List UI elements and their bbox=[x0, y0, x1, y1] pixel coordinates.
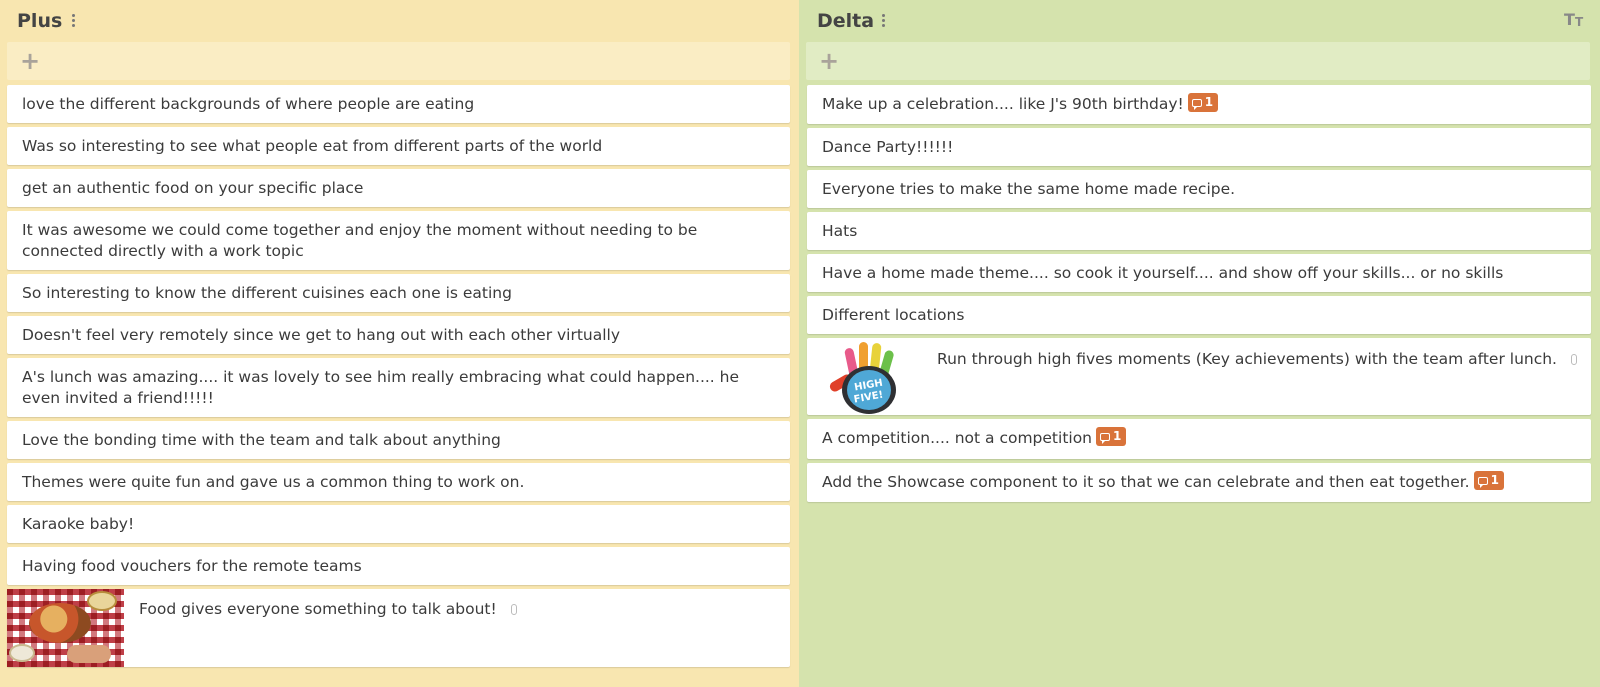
comment-count-badge[interactable]: 1 bbox=[1187, 93, 1219, 112]
card-text: Make up a celebration.... like J's 90th … bbox=[822, 95, 1184, 113]
image-card[interactable]: Food gives everyone something to talk ab… bbox=[7, 589, 790, 667]
plus-icon: + bbox=[819, 47, 840, 75]
comment-count-badge[interactable]: 1 bbox=[1096, 427, 1127, 446]
high-five-hand: HIGH FIVE! bbox=[807, 338, 924, 415]
comment-icon bbox=[1477, 477, 1488, 488]
column-menu-icon[interactable] bbox=[882, 14, 886, 28]
card[interactable]: love the different backgrounds of where … bbox=[7, 85, 790, 123]
card-text: get an authentic food on your specific p… bbox=[22, 179, 364, 197]
add-card-button[interactable]: + bbox=[7, 42, 790, 80]
card-text: Having food vouchers for the remote team… bbox=[22, 557, 362, 575]
paperclip-icon[interactable] bbox=[1571, 354, 1577, 365]
column-title: Plus bbox=[17, 10, 63, 32]
card[interactable]: Make up a celebration.... like J's 90th … bbox=[807, 85, 1591, 124]
delta-column-header: Delta bbox=[817, 8, 886, 34]
card[interactable]: get an authentic food on your specific p… bbox=[7, 169, 790, 207]
card-text: A competition.... not a competition bbox=[822, 429, 1093, 447]
comment-count: 1 bbox=[1204, 95, 1214, 109]
card[interactable]: Add the Showcase component to it so that… bbox=[807, 463, 1591, 502]
card-text: Love the bonding time with the team and … bbox=[22, 431, 501, 449]
comment-count: 1 bbox=[1113, 429, 1122, 443]
card[interactable]: Have a home made theme.... so cook it yo… bbox=[807, 254, 1591, 292]
card[interactable]: So interesting to know the different cui… bbox=[7, 274, 790, 312]
card-text: Hats bbox=[822, 222, 858, 240]
card-text: Doesn't feel very remotely since we get … bbox=[22, 326, 621, 344]
card-text: Dance Party!!!!!! bbox=[822, 138, 954, 156]
card-text: Themes were quite fun and gave us a comm… bbox=[22, 473, 525, 491]
plus-icon: + bbox=[20, 47, 41, 75]
card-text: So interesting to know the different cui… bbox=[22, 284, 512, 302]
card[interactable]: Love the bonding time with the team and … bbox=[7, 421, 790, 459]
paperclip-icon[interactable] bbox=[510, 604, 517, 615]
card-text: Have a home made theme.... so cook it yo… bbox=[822, 264, 1504, 282]
card-text: Karaoke baby! bbox=[22, 515, 135, 533]
card[interactable]: Themes were quite fun and gave us a comm… bbox=[7, 463, 790, 501]
comment-icon bbox=[1191, 99, 1202, 110]
column-menu-icon[interactable] bbox=[72, 14, 76, 28]
card[interactable]: Hats bbox=[807, 212, 1591, 250]
card[interactable]: A competition.... not a competition 1 bbox=[807, 419, 1591, 459]
card-text: Run through high fives moments (Key achi… bbox=[937, 350, 1557, 368]
card[interactable]: Was so interesting to see what people ea… bbox=[7, 127, 790, 165]
comment-count: 1 bbox=[1490, 473, 1499, 487]
card[interactable]: Having food vouchers for the remote team… bbox=[7, 547, 790, 585]
card-text: Food gives everyone something to talk ab… bbox=[139, 600, 497, 618]
retro-board: Plus + love the different backgrounds of… bbox=[0, 0, 1600, 687]
card[interactable]: Karaoke baby! bbox=[7, 505, 790, 543]
add-card-button[interactable]: + bbox=[806, 42, 1590, 80]
comment-count-badge[interactable]: 1 bbox=[1473, 471, 1504, 490]
plus-column: Plus + love the different backgrounds of… bbox=[0, 0, 799, 687]
card-text: It was awesome we could come together an… bbox=[22, 221, 698, 260]
card-text: A's lunch was amazing.... it was lovely … bbox=[22, 368, 740, 407]
image-card[interactable]: HIGH FIVE! Run through high fives moment… bbox=[807, 338, 1591, 415]
card-text: love the different backgrounds of where … bbox=[22, 95, 475, 113]
card[interactable]: It was awesome we could come together an… bbox=[7, 211, 790, 270]
card-text: Different locations bbox=[822, 306, 965, 324]
card-text: Everyone tries to make the same home mad… bbox=[822, 180, 1236, 198]
comment-icon bbox=[1100, 433, 1111, 444]
card[interactable]: Doesn't feel very remotely since we get … bbox=[7, 316, 790, 354]
card[interactable]: Everyone tries to make the same home mad… bbox=[807, 170, 1591, 208]
card[interactable]: A's lunch was amazing.... it was lovely … bbox=[7, 358, 790, 417]
card[interactable]: Dance Party!!!!!! bbox=[807, 128, 1591, 166]
delta-column: Delta TT + Make up a celebration.... lik… bbox=[799, 0, 1600, 687]
card-text: Was so interesting to see what people ea… bbox=[22, 137, 603, 155]
text-size-icon[interactable]: TT bbox=[1564, 12, 1586, 29]
card[interactable]: Different locations bbox=[807, 296, 1591, 334]
card-text: Add the Showcase component to it so that… bbox=[822, 473, 1470, 491]
plus-column-header: Plus bbox=[17, 8, 76, 34]
column-title: Delta bbox=[817, 10, 875, 32]
food-photo bbox=[7, 589, 124, 667]
